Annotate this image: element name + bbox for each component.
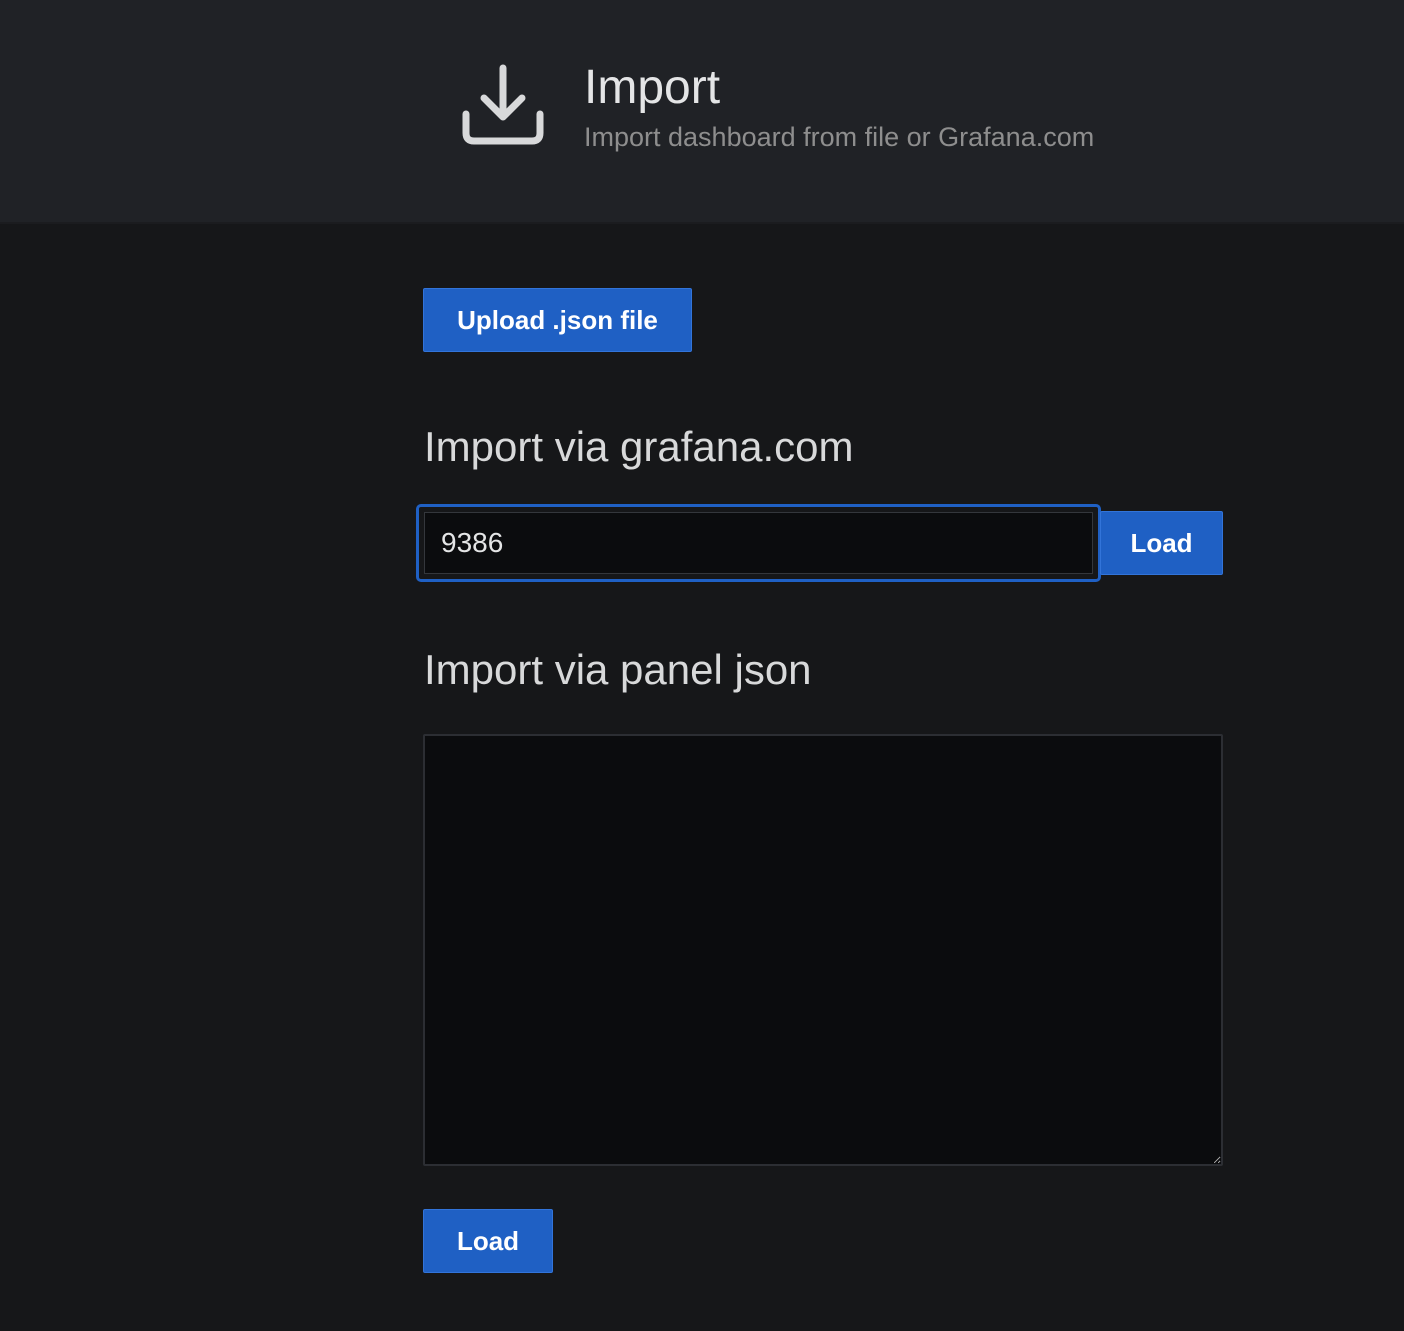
panel-json-section-title: Import via panel json [424, 646, 812, 693]
grafana-com-input[interactable] [424, 512, 1093, 574]
panel-json-textarea[interactable] [423, 734, 1223, 1166]
upload-json-button[interactable]: Upload .json file [423, 288, 692, 352]
page-subtitle: Import dashboard from file or Grafana.co… [584, 122, 1095, 152]
load-grafana-com-button[interactable]: Load [1100, 511, 1223, 575]
grafana-com-section-title: Import via grafana.com [424, 423, 854, 470]
load-panel-json-button[interactable]: Load [423, 1209, 553, 1273]
page-header: Import Import dashboard from file or Gra… [0, 0, 1404, 224]
page-title: Import [584, 61, 721, 114]
grafana-com-input-focus-ring [416, 504, 1101, 582]
download-icon [460, 62, 546, 146]
